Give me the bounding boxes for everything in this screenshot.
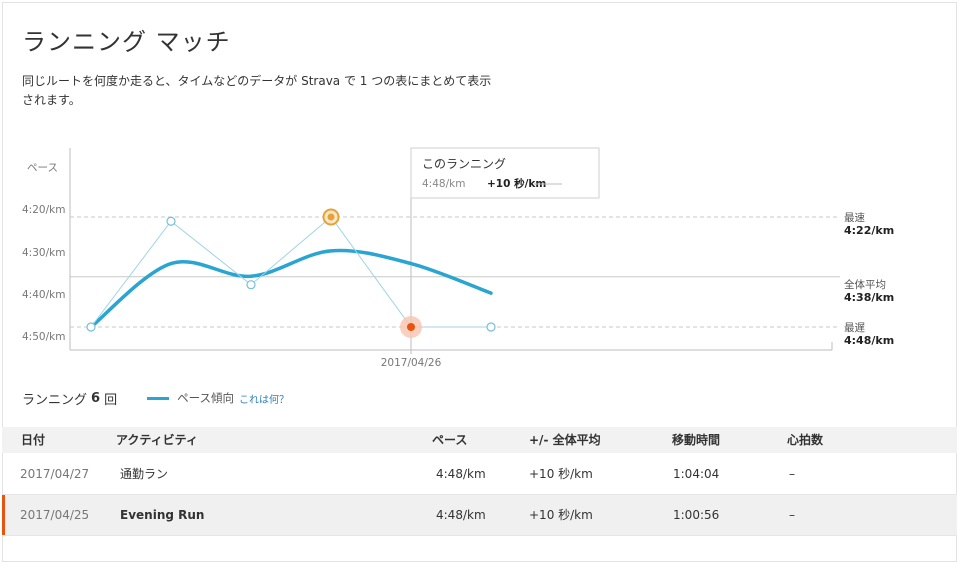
trend-legend-swatch	[147, 396, 170, 400]
average-value: 4:38/km	[844, 291, 894, 304]
tooltip-pace: 4:48/km	[422, 178, 465, 190]
header-activity[interactable]: アクティビティ	[116, 427, 198, 453]
slowest-value: 4:48/km	[844, 334, 894, 347]
y-tick-label: 4:50/km	[22, 331, 65, 343]
fastest-value: 4:22/km	[844, 224, 894, 237]
header-date[interactable]: 日付	[21, 427, 45, 453]
row-moving-time: 1:04:04	[673, 467, 720, 481]
header-heart-rate[interactable]: 心拍数	[787, 427, 823, 453]
row-activity-link[interactable]: 通勤ラン	[120, 454, 168, 494]
run-count: 6	[91, 390, 101, 406]
table-row[interactable]: 2017/04/27 通勤ラン 4:48/km +10 秒/km 1:04:04…	[2, 454, 957, 495]
header-moving-time[interactable]: 移動時間	[672, 427, 720, 453]
run-count-suffix: 回	[104, 392, 118, 408]
row-pace: 4:48/km	[436, 508, 486, 522]
header-vs-average[interactable]: +/- 全体平均	[529, 427, 601, 453]
fastest-run-point-core	[327, 213, 335, 221]
y-axis-label: ペース	[27, 162, 58, 174]
legend: ランニング 6 回 ペース傾向 これは何？	[22, 388, 289, 408]
row-date: 2017/04/27	[20, 467, 90, 481]
fastest-label: 最速	[844, 212, 865, 224]
y-tick-label: 4:40/km	[22, 289, 65, 301]
header-pace[interactable]: ペース	[432, 427, 467, 453]
pace-chart[interactable]: このランニング4:48/km +10 秒/km ペース4:20/km4:30/km…	[0, 0, 960, 380]
current-run-point[interactable]	[407, 323, 415, 331]
whats-this-link[interactable]: これは何？	[239, 391, 289, 406]
activity-point[interactable]	[86, 322, 96, 332]
activity-point[interactable]	[246, 280, 256, 290]
pace-trend-line	[89, 248, 493, 329]
row-moving-time: 1:00:56	[673, 508, 720, 522]
row-vs-average: +10 秒/km	[529, 467, 593, 481]
y-tick-label: 4:30/km	[22, 247, 65, 259]
trend-legend-label: ペース傾向	[177, 391, 235, 405]
activity-point[interactable]	[166, 216, 176, 226]
table-header: 日付 アクティビティ ペース +/- 全体平均 移動時間 心拍数	[2, 427, 957, 453]
row-heart-rate: –	[789, 508, 795, 522]
run-count-prefix: ランニング	[22, 392, 88, 408]
row-date: 2017/04/25	[20, 508, 90, 522]
row-activity-link[interactable]: Evening Run	[120, 495, 204, 535]
tooltip-title: このランニング	[422, 157, 506, 171]
current-row-indicator	[2, 495, 5, 535]
activity-point[interactable]	[486, 322, 496, 332]
row-heart-rate: –	[789, 467, 795, 481]
y-tick-label: 4:20/km	[22, 204, 65, 216]
activity-connector-line	[90, 216, 491, 328]
table-row-current[interactable]: 2017/04/25 Evening Run 4:48/km +10 秒/km …	[2, 495, 957, 536]
slowest-label: 最遅	[844, 322, 865, 334]
x-tick-label: 2017/04/26	[381, 357, 442, 369]
row-pace: 4:48/km	[436, 467, 486, 481]
current-run-tooltip: このランニング4:48/km +10 秒/km	[410, 147, 600, 199]
tooltip-box	[410, 147, 600, 199]
average-label: 全体平均	[844, 278, 886, 291]
row-vs-average: +10 秒/km	[529, 508, 593, 522]
